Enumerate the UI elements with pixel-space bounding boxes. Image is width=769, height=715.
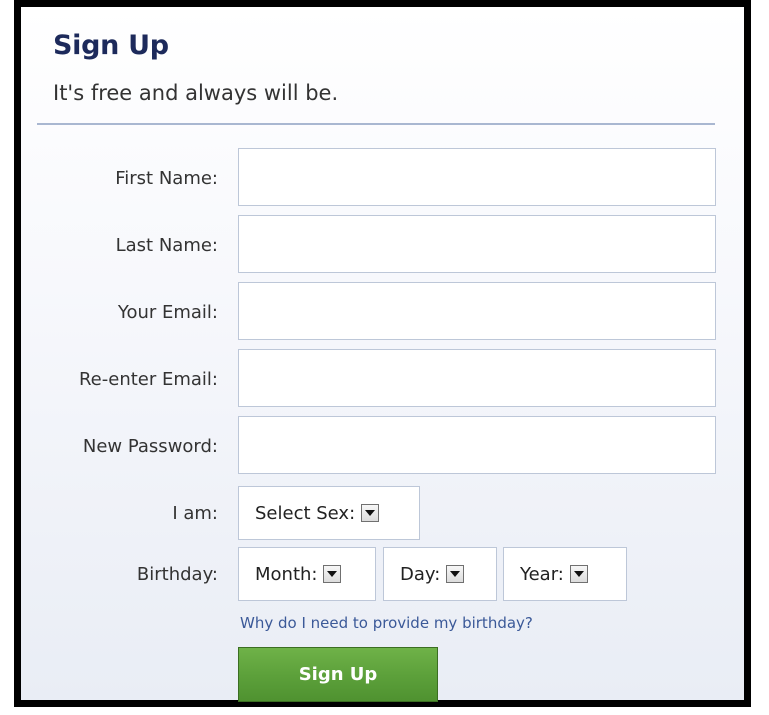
password-field[interactable] (238, 416, 716, 474)
page-title: Sign Up (53, 30, 169, 61)
email-confirm-field[interactable] (238, 349, 716, 407)
first-name-input[interactable] (239, 149, 715, 205)
chevron-down-icon[interactable] (323, 565, 342, 583)
month-select-value: Month: (255, 563, 318, 585)
birthday-label: Birthday: (136, 564, 218, 585)
chevron-down-icon[interactable] (446, 565, 465, 583)
month-select[interactable]: Month: (238, 547, 376, 601)
email-label: Your Email: (117, 302, 218, 323)
year-select[interactable]: Year: (503, 547, 627, 601)
last-name-label: Last Name: (115, 235, 218, 256)
first-name-label: First Name: (115, 168, 218, 189)
birthday-help-link[interactable]: Why do I need to provide my birthday? (240, 614, 533, 632)
first-name-field[interactable] (238, 148, 716, 206)
sex-select-value: Select Sex: (255, 502, 356, 524)
last-name-input[interactable] (239, 216, 715, 272)
divider (37, 123, 715, 125)
last-name-field[interactable] (238, 215, 716, 273)
password-label: New Password: (82, 436, 218, 457)
email-input[interactable] (239, 283, 715, 339)
email-field[interactable] (238, 282, 716, 340)
email-confirm-input[interactable] (239, 350, 715, 406)
page-subtitle: It's free and always will be. (53, 81, 339, 105)
sex-select[interactable]: Select Sex: (238, 486, 420, 540)
day-select-value: Day: (400, 563, 441, 585)
chevron-down-icon[interactable] (361, 504, 380, 522)
chevron-down-icon[interactable] (569, 565, 588, 583)
day-select[interactable]: Day: (383, 547, 497, 601)
email-confirm-label: Re-enter Email: (78, 369, 218, 390)
password-input[interactable] (239, 417, 715, 473)
year-select-value: Year: (520, 563, 564, 585)
sex-label: I am: (172, 503, 218, 524)
signup-button[interactable]: Sign Up (238, 647, 438, 702)
signup-panel: Sign Up It's free and always will be. Fi… (14, 0, 751, 707)
